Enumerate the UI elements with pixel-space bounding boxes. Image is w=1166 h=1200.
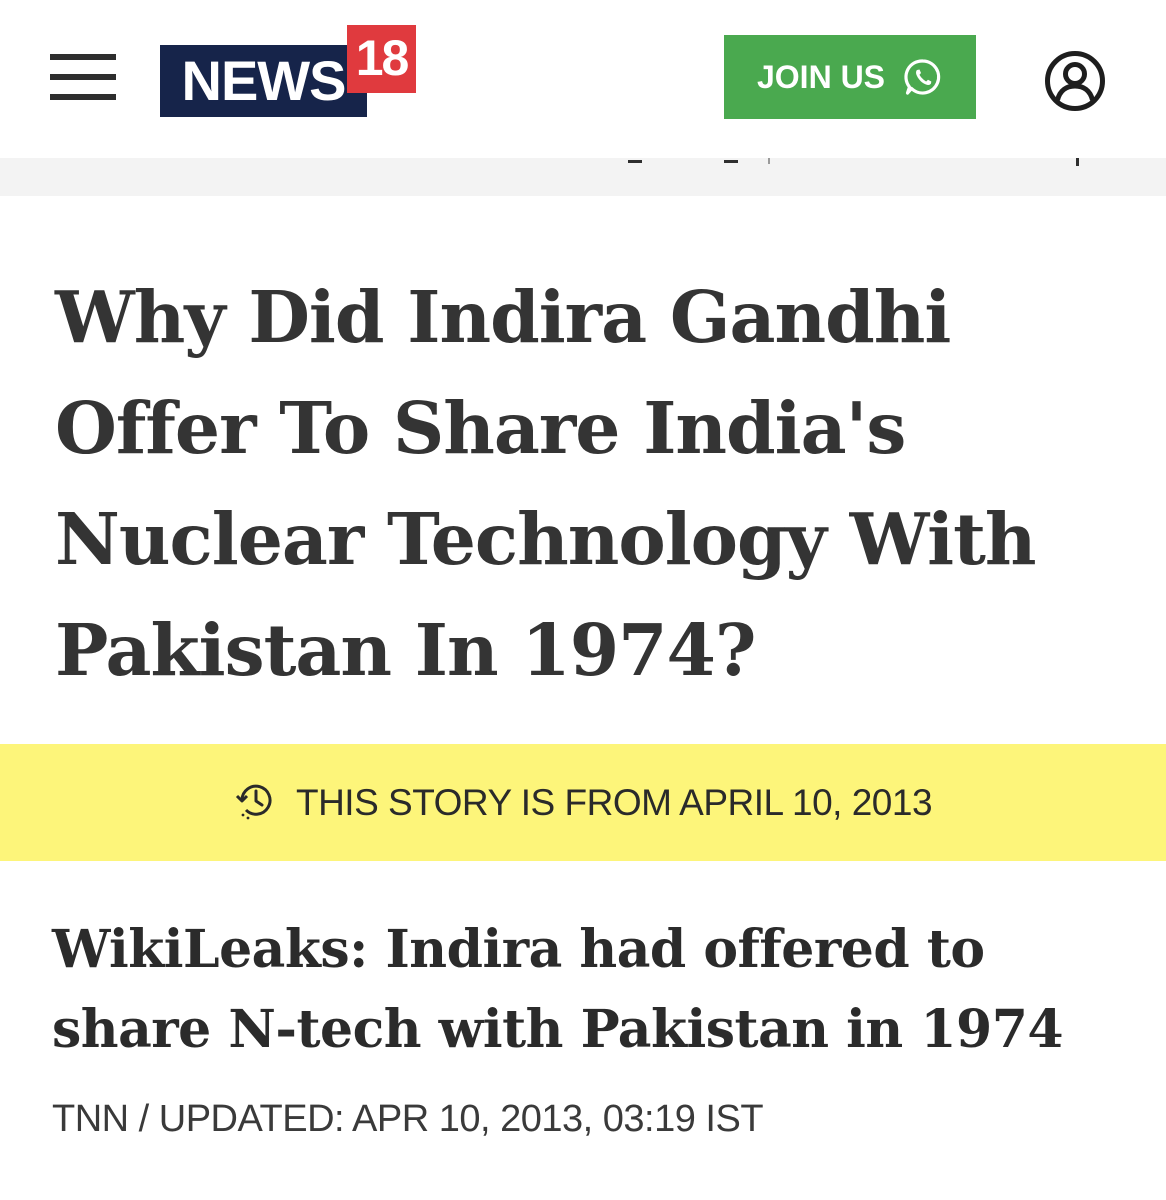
nav-text-fragment (1076, 158, 1079, 166)
history-clock-icon (234, 778, 278, 827)
menu-bar (50, 54, 116, 60)
whatsapp-icon (903, 57, 943, 97)
nav-text-fragment (628, 160, 642, 163)
logo-18-badge: 18 (347, 25, 416, 93)
article-byline: TNN / UPDATED: APR 10, 2013, 03:19 IST (52, 1098, 764, 1140)
archive-story-banner: THIS STORY IS FROM APRIL 10, 2013 (0, 744, 1166, 861)
logo-news-text: NEWS (160, 45, 367, 117)
sub-navigation-strip[interactable] (0, 158, 1166, 196)
site-header: NEWS 18 JOIN US (0, 0, 1166, 158)
join-us-button[interactable]: JOIN US (724, 35, 976, 119)
nav-text-fragment (724, 160, 738, 163)
news18-logo[interactable]: NEWS 18 (160, 25, 416, 117)
nav-divider (768, 158, 770, 164)
hamburger-menu-icon[interactable] (50, 52, 116, 102)
archive-date-text: THIS STORY IS FROM APRIL 10, 2013 (295, 781, 933, 823)
article-headline: Why Did Indira Gandhi Offer To Share Ind… (55, 275, 1037, 692)
article-subheadline: WikiLeaks: Indira had offered to share N… (52, 919, 1064, 1060)
join-us-label: JOIN US (756, 58, 886, 95)
menu-bar (50, 74, 116, 80)
user-profile-icon[interactable] (1044, 50, 1106, 112)
menu-bar (50, 94, 116, 100)
